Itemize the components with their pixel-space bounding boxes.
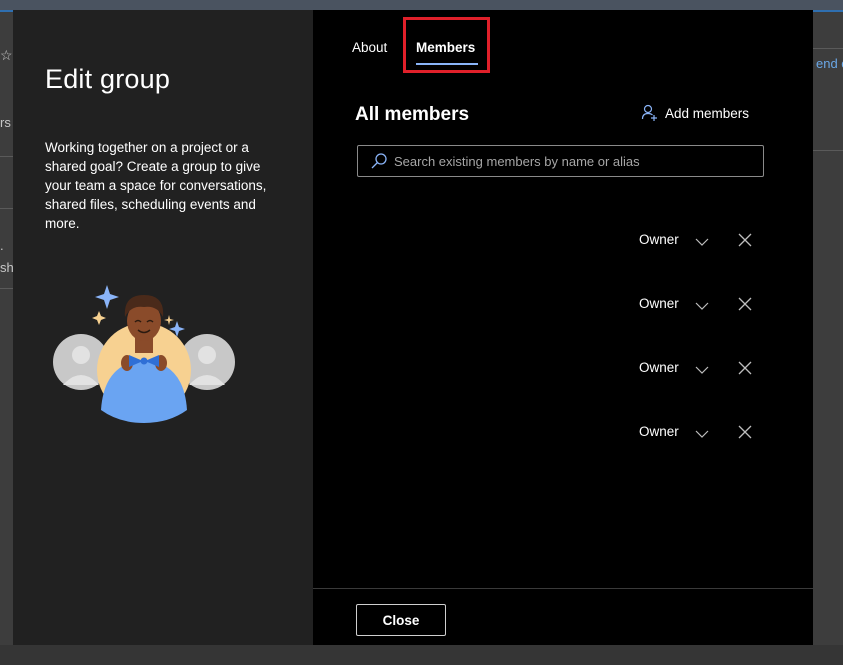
chevron-down-icon (695, 366, 709, 374)
add-members-button[interactable]: Add members (641, 104, 749, 122)
member-row: Owner (313, 350, 813, 390)
role-label: Owner (639, 296, 679, 311)
member-row: Owner (313, 414, 813, 454)
search-icon (371, 153, 387, 169)
search-input[interactable] (394, 153, 763, 169)
role-dropdown[interactable]: Owner (639, 424, 709, 439)
group-illustration (53, 285, 235, 423)
remove-member-icon[interactable] (738, 297, 752, 311)
add-members-label: Add members (665, 105, 750, 121)
add-person-icon (641, 104, 657, 121)
section-title: All members (355, 104, 470, 125)
chevron-down-icon (695, 430, 709, 438)
dialog-description: Working together on a project or a share… (45, 140, 267, 231)
search-box[interactable] (357, 145, 764, 177)
member-row: Owner (313, 222, 813, 262)
remove-member-icon[interactable] (738, 425, 752, 439)
background-link[interactable]: end c (816, 56, 843, 71)
background-text: sh (0, 260, 14, 275)
star-icon: ☆ (0, 47, 13, 63)
tab-about[interactable]: About (352, 40, 387, 55)
chevron-down-icon (695, 302, 709, 310)
role-label: Owner (639, 360, 679, 375)
close-button[interactable]: Close (356, 604, 446, 636)
role-label: Owner (639, 424, 679, 439)
background-text: . (0, 238, 4, 253)
background-divider (0, 156, 13, 157)
remove-member-icon[interactable] (738, 361, 752, 375)
dialog-title: Edit group (45, 64, 171, 94)
dialog-left-panel: Edit group Working together on a project… (13, 10, 313, 645)
role-dropdown[interactable]: Owner (639, 360, 709, 375)
role-dropdown[interactable]: Owner (639, 296, 709, 311)
background-divider (0, 208, 13, 209)
footer-divider (313, 588, 813, 589)
remove-member-icon[interactable] (738, 233, 752, 247)
tab-highlight-box (403, 17, 490, 73)
background-divider (0, 288, 13, 289)
background-divider (813, 150, 843, 151)
member-row: Owner (313, 286, 813, 326)
role-dropdown[interactable]: Owner (639, 232, 709, 247)
role-label: Owner (639, 232, 679, 247)
background-bottom (0, 645, 843, 665)
chevron-down-icon (695, 238, 709, 246)
background-divider (813, 48, 843, 49)
dialog-right-panel: About Members All members Add members Ow… (313, 10, 813, 645)
edit-group-dialog: Edit group Working together on a project… (13, 10, 813, 645)
background-text: rs (0, 115, 11, 130)
